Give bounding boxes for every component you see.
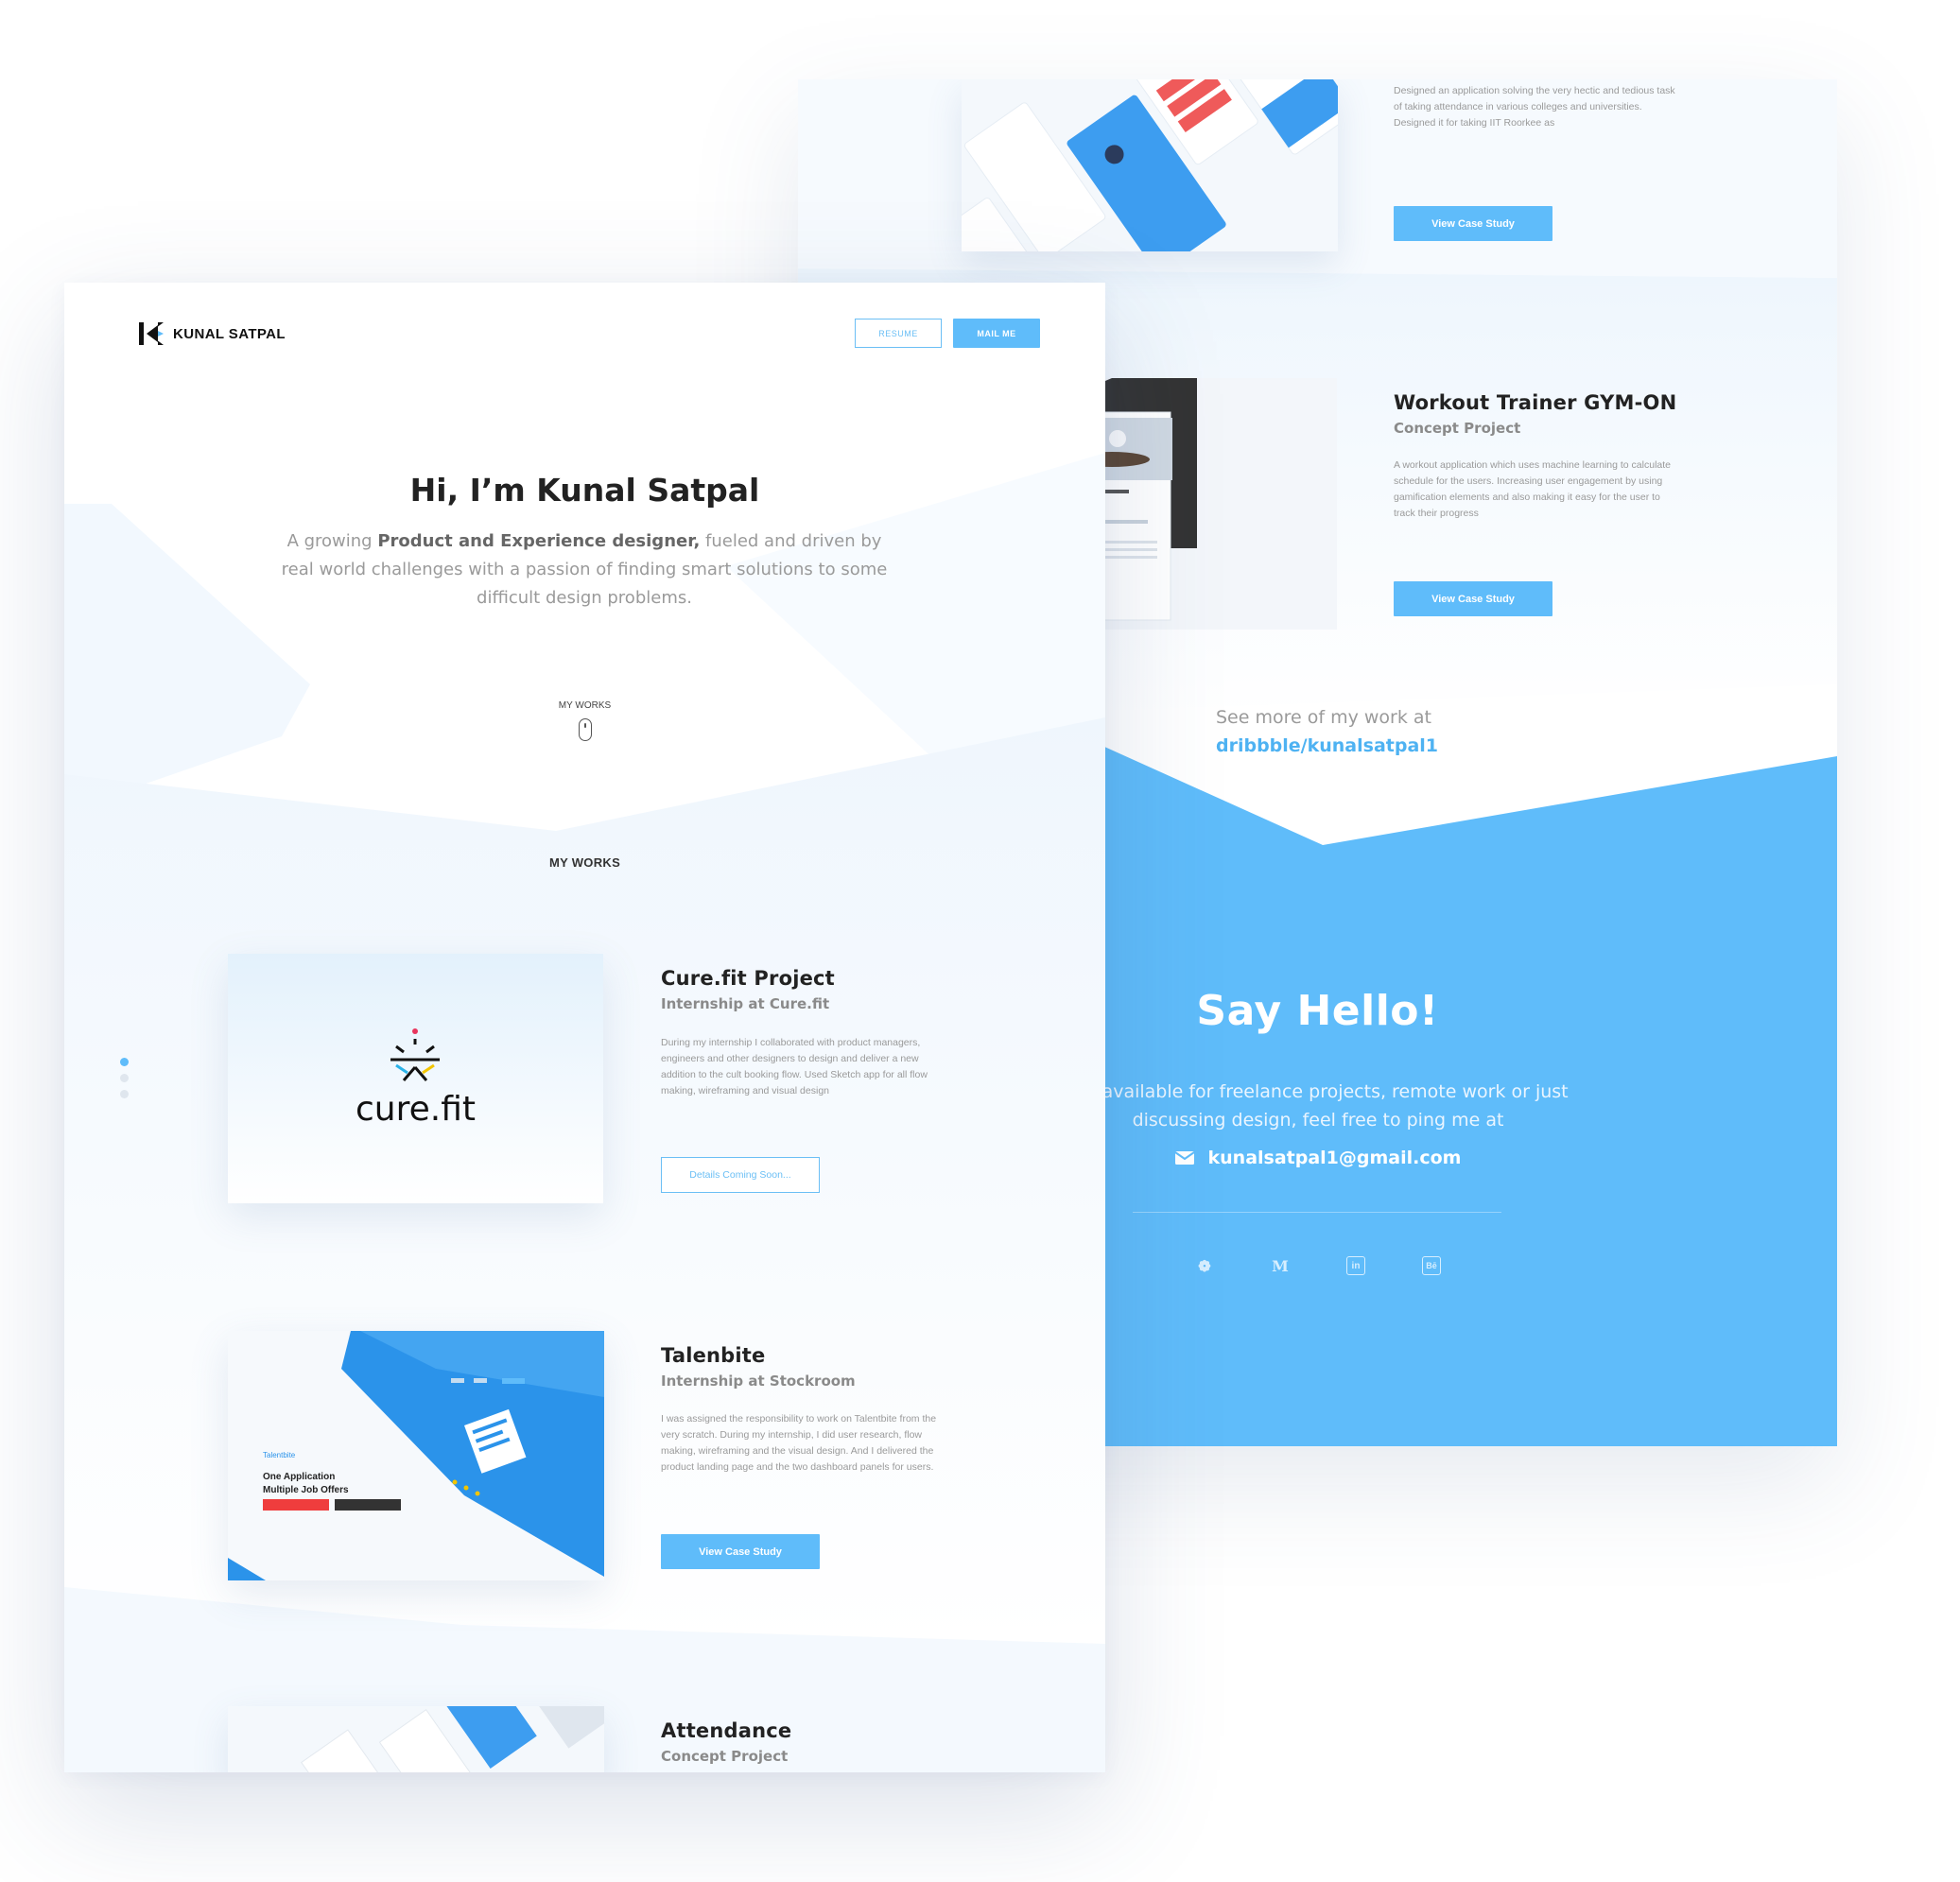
attendance-thumbnail[interactable] (962, 79, 1338, 251)
mouse-scroll-icon[interactable] (579, 718, 592, 741)
medium-icon[interactable]: M (1271, 1256, 1290, 1275)
talenbite-description: I was assigned the responsibility to wor… (661, 1413, 937, 1473)
see-more-text: See more of my work at (1216, 707, 1431, 728)
contact-text: I’m available for freelance projects, re… (1067, 1081, 1569, 1131)
curefit-logo-text: cure.fit (355, 1090, 476, 1129)
attendance-subtitle: Concept Project (661, 1748, 789, 1765)
attendance-description: Designed an application solving the very… (1394, 85, 1675, 129)
talenbite-title: Talenbite (661, 1344, 766, 1367)
pagination-dot[interactable] (120, 1058, 129, 1066)
workout-case-study-button[interactable]: View Case Study (1394, 581, 1552, 616)
workout-description: A workout application which uses machine… (1394, 459, 1672, 519)
kunal-monogram-icon (139, 322, 164, 345)
showcase-stage: Designed an application solving the very… (0, 0, 1960, 1882)
curefit-details-button[interactable]: Details Coming Soon... (661, 1157, 820, 1193)
curefit-title: Cure.fit Project (661, 967, 835, 990)
workout-title: Workout Trainer GYM-ON (1394, 391, 1677, 414)
hero-description: A growing Product and Experience designe… (272, 527, 896, 613)
workout-subtitle: Concept Project (1394, 420, 1521, 437)
section-pagination (120, 1058, 129, 1098)
attendance-title: Attendance (661, 1719, 792, 1742)
attendance-case-study-button[interactable]: View Case Study (1394, 206, 1552, 241)
hero-desc-bold: Product and Experience designer, (377, 531, 701, 551)
mock-headline-line-2: Multiple Job Offers (263, 1485, 349, 1495)
behance-icon[interactable]: Bē (1422, 1256, 1441, 1275)
portfolio-page-top: KUNAL SATPAL RESUME MAIL ME Hi, I’m Kuna… (64, 283, 1105, 1772)
talenbite-mock-brand: Talentbite (263, 1451, 296, 1459)
dribbble-link[interactable]: dribbble/kunalsatpal1 (1216, 735, 1438, 756)
contact-divider (1133, 1212, 1501, 1213)
brand-name: KUNAL SATPAL (173, 325, 286, 342)
resume-button[interactable]: RESUME (855, 319, 942, 348)
works-heading: MY WORKS (548, 855, 621, 870)
pagination-dot[interactable] (120, 1090, 129, 1098)
linkedin-icon[interactable]: in (1346, 1256, 1365, 1275)
mail-me-button[interactable]: MAIL ME (953, 319, 1040, 348)
dribbble-icon[interactable]: ❁ (1195, 1256, 1214, 1275)
attendance-thumbnail-preview[interactable] (228, 1706, 604, 1772)
hero-desc-prefix: A growing (286, 531, 378, 551)
pagination-dot[interactable] (120, 1074, 129, 1082)
curefit-logo-illustration (228, 954, 603, 1203)
curefit-thumbnail[interactable]: cure.fit (228, 954, 603, 1203)
hero-title: Hi, I’m Kunal Satpal (409, 472, 760, 509)
talenbite-subtitle: Internship at Stockroom (661, 1373, 856, 1390)
attendance-preview-illustration (228, 1706, 604, 1772)
talenbite-mock-headline: One Application Multiple Job Offers (263, 1471, 349, 1497)
talenbite-case-study-button[interactable]: View Case Study (661, 1534, 820, 1569)
mock-headline-line-1: One Application (263, 1472, 336, 1482)
attendance-screens-illustration (962, 79, 1338, 251)
scroll-label[interactable]: MY WORKS (64, 700, 1105, 711)
curefit-subtitle: Internship at Cure.fit (661, 995, 830, 1012)
email-address: kunalsatpal1@gmail.com (1207, 1148, 1462, 1168)
social-links: ❁ M in Bē (1195, 1256, 1441, 1275)
curefit-description: During my internship I collaborated with… (661, 1037, 928, 1096)
talenbite-thumbnail[interactable]: Talentbite One Application Multiple Job … (228, 1331, 604, 1580)
brand-logo[interactable]: KUNAL SATPAL (139, 322, 286, 345)
mail-icon (1173, 1151, 1195, 1165)
